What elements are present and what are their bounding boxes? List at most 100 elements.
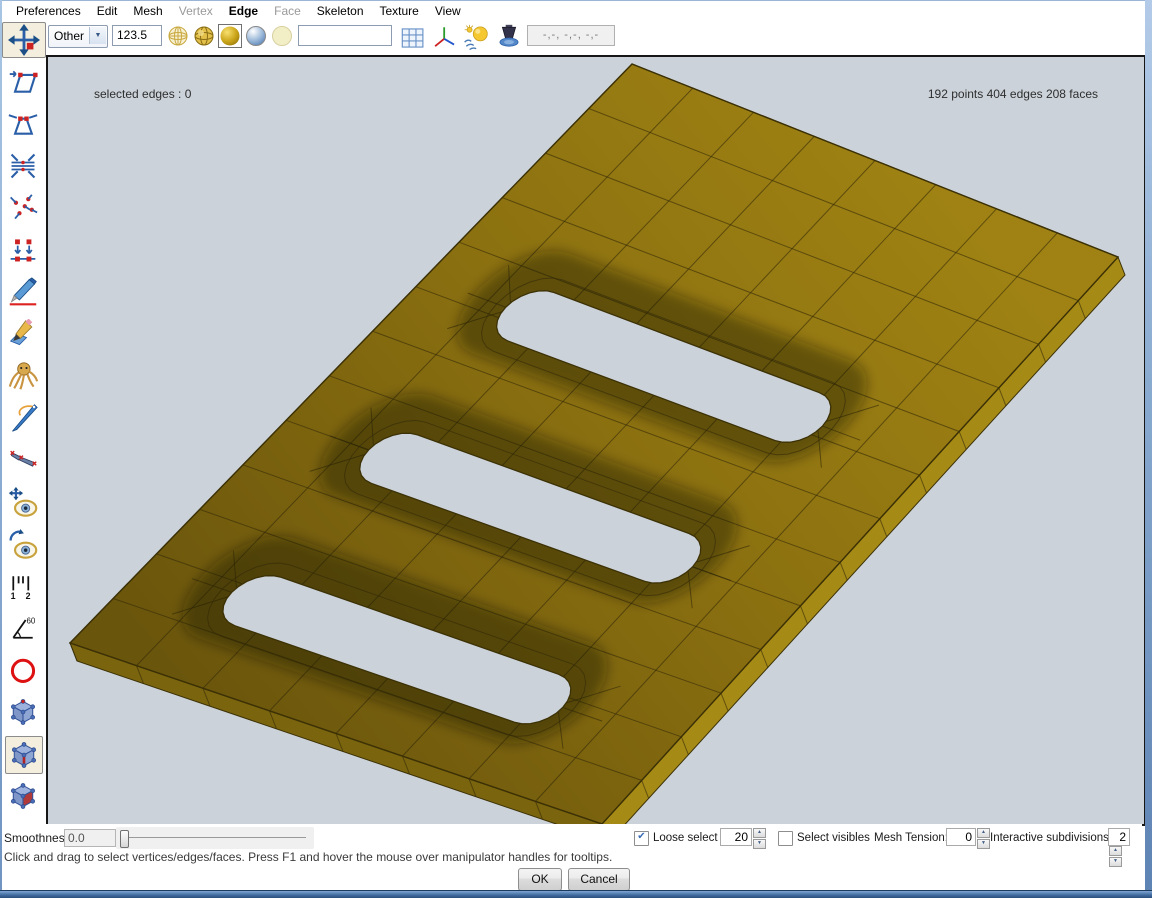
- window-border-bottom: [0, 890, 1152, 898]
- smoothness-label: Smoothness: [4, 831, 71, 845]
- mesh-editor-viewport[interactable]: selected edges : 0 192 points 404 edges …: [46, 55, 1146, 826]
- loose-select-spin-up[interactable]: ▲: [753, 828, 766, 838]
- scatter-tool[interactable]: [5, 190, 41, 226]
- vertex-mode[interactable]: [5, 694, 41, 730]
- extrude-tool[interactable]: [5, 232, 41, 268]
- grid-toggle[interactable]: [398, 23, 428, 53]
- light-toggle-icon: [464, 24, 488, 51]
- mesh-stats: 192 points 404 edges 208 faces: [927, 87, 1098, 101]
- name-input[interactable]: [298, 25, 392, 46]
- tool-palette: 1 2 60: [0, 21, 46, 822]
- scale-view-tool[interactable]: 12: [5, 568, 41, 604]
- mesh-tension-value[interactable]: 0: [946, 828, 976, 846]
- transparent-display-icon: [246, 26, 266, 46]
- move-tool[interactable]: [2, 22, 46, 58]
- face-mode[interactable]: [5, 778, 41, 814]
- selection-status: selected edges : 0: [94, 87, 192, 101]
- interactive-subdivisions-value[interactable]: 2: [1108, 828, 1130, 846]
- menu-preferences[interactable]: Preferences: [8, 2, 89, 20]
- wireframe-display-button[interactable]: [166, 24, 190, 48]
- skeleton-tool[interactable]: [5, 400, 41, 436]
- value-input[interactable]: 123.5: [112, 25, 162, 46]
- menu-view[interactable]: View: [427, 2, 469, 20]
- mesh-tension-spinner: 0 ▲ ▼: [946, 828, 990, 849]
- move-tool-icon: [8, 24, 40, 56]
- scale-view-tool-icon: 12: [11, 576, 31, 601]
- loose-select-value[interactable]: 20: [720, 828, 752, 846]
- interactive-subdivisions-spinner: 2 ▲ ▼: [1108, 828, 1142, 867]
- taper-tool[interactable]: [5, 106, 41, 142]
- select-visibles-checkbox[interactable]: [778, 831, 793, 846]
- dialog-buttons: OK Cancel: [2, 868, 1142, 892]
- vertex-mode-icon: [10, 699, 35, 725]
- bind-skeleton-tool-icon: [8, 362, 38, 390]
- axes-toggle-icon: [434, 27, 455, 47]
- mode-dropdown-value: Other: [54, 29, 85, 43]
- mode-dropdown[interactable]: Other ▼: [48, 25, 108, 48]
- face-mode-icon: [10, 783, 35, 809]
- mesh-tension-label: Mesh Tension:: [874, 832, 948, 844]
- menu-skeleton[interactable]: Skeleton: [309, 2, 372, 20]
- create-face-tool-icon: [9, 319, 33, 346]
- slider-handle[interactable]: [120, 830, 129, 848]
- thicken-tool-icon: [10, 153, 36, 179]
- mesh-shaded-display-button[interactable]: [192, 24, 216, 48]
- interactive-subdivisions-spin-down[interactable]: ▼: [1109, 857, 1122, 867]
- transparent-display-button[interactable]: [244, 24, 268, 48]
- loose-select-checkbox[interactable]: ✔: [634, 831, 649, 846]
- menu-edit[interactable]: Edit: [89, 2, 126, 20]
- select-visibles-label: Select visibles: [797, 832, 870, 844]
- flat-display-button[interactable]: [270, 24, 294, 48]
- mesh-tension-spin-down[interactable]: ▼: [977, 839, 990, 849]
- window-border-left: [0, 0, 2, 898]
- grid-toggle-icon: [401, 28, 424, 48]
- svg-text:2: 2: [26, 591, 31, 601]
- cancel-button[interactable]: Cancel: [568, 868, 630, 891]
- check-icon: ✔: [637, 831, 646, 842]
- menu-texture[interactable]: Texture: [372, 2, 427, 20]
- knife-tool-icon: [9, 277, 37, 306]
- wireframe-display-icon: [168, 26, 188, 46]
- smooth-shaded-display-button[interactable]: [218, 24, 242, 48]
- flat-display-icon: [272, 26, 292, 46]
- skew-tool-icon: [9, 70, 38, 93]
- smooth-shaded-display-icon: [220, 26, 240, 46]
- angle-view-tool-icon: 60: [12, 617, 36, 639]
- ok-button[interactable]: OK: [518, 868, 562, 891]
- knife-tool[interactable]: [5, 274, 41, 310]
- smoothness-slider: [116, 827, 314, 849]
- scatter-tool-icon: [10, 194, 38, 220]
- rotate-view-tool-icon: [9, 529, 38, 559]
- camera-toggle-icon: [499, 24, 519, 47]
- mesh-shaded-display-icon: [194, 26, 214, 46]
- slider-track: [124, 837, 306, 838]
- circle-select-tool[interactable]: [5, 652, 41, 688]
- loose-select-spin-down[interactable]: ▼: [753, 839, 766, 849]
- window-border-right: [1145, 0, 1152, 898]
- toolbar: Other ▼ 123.5 -,-, -,-, -,-: [46, 21, 1142, 55]
- coordinates-field[interactable]: -,-, -,-, -,-: [527, 25, 615, 46]
- chevron-down-icon[interactable]: ▼: [89, 27, 106, 44]
- angle-view-tool[interactable]: 60: [5, 610, 41, 646]
- skew-tool[interactable]: [5, 64, 41, 100]
- loose-select-spinner: 20 ▲ ▼: [720, 828, 766, 849]
- menu-mesh[interactable]: Mesh: [125, 2, 170, 20]
- smoothness-input[interactable]: 0.0: [64, 829, 116, 847]
- bind-skeleton-tool[interactable]: [5, 358, 41, 394]
- thicken-tool[interactable]: [5, 148, 41, 184]
- menu-edge[interactable]: Edge: [221, 2, 266, 20]
- pan-view-tool[interactable]: [5, 484, 41, 520]
- edge-mode[interactable]: [5, 736, 43, 774]
- light-toggle[interactable]: [462, 23, 492, 53]
- axes-toggle[interactable]: [430, 23, 460, 53]
- interactive-subdivisions-spin-up[interactable]: ▲: [1109, 846, 1122, 856]
- camera-toggle[interactable]: [494, 23, 524, 53]
- mesh-tension-spin-up[interactable]: ▲: [977, 828, 990, 838]
- extrude-tool-icon: [10, 239, 36, 262]
- menu-vertex: Vertex: [178, 4, 213, 18]
- ik-tool[interactable]: [5, 442, 41, 478]
- rotate-view-tool[interactable]: [5, 526, 41, 562]
- create-face-tool[interactable]: [5, 316, 41, 352]
- pan-view-tool-icon: [8, 487, 38, 517]
- menu-bar: Preferences Edit Mesh Vertex Edge Face Skeleto…: [2, 1, 1148, 21]
